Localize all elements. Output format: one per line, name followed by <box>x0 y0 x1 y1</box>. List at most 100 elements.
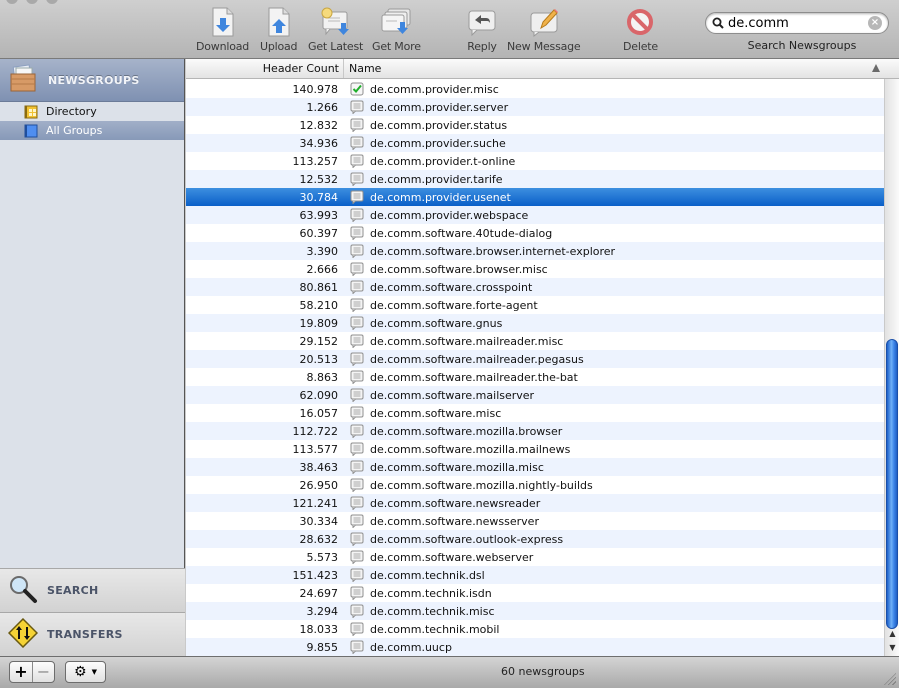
search-section-title: SEARCH <box>47 584 99 597</box>
add-button[interactable]: + <box>10 662 32 682</box>
newsgroup-name-cell: de.comm.software.mailreader.misc <box>370 334 564 348</box>
newsgroup-message-icon <box>350 172 364 187</box>
sidebar-item-all-groups[interactable]: All Groups <box>0 121 184 140</box>
newsgroup-message-icon <box>350 550 364 565</box>
table-row[interactable]: 63.993 de.comm.provider.webspace <box>186 206 884 224</box>
column-header-name[interactable]: Name <box>344 59 899 78</box>
newsgroup-name-cell: de.comm.provider.misc <box>370 82 499 96</box>
column-header-count[interactable]: Header Count <box>186 59 344 78</box>
vertical-scrollbar[interactable]: ▲ ▼ <box>884 79 899 656</box>
table-row[interactable]: 113.257 de.comm.provider.t-online <box>186 152 884 170</box>
newsgroup-name-cell: de.comm.technik.misc <box>370 604 495 618</box>
table-row[interactable]: 16.057 de.comm.software.misc <box>186 404 884 422</box>
magnifier-icon <box>8 574 38 608</box>
header-count-cell: 12.832 <box>299 118 339 132</box>
table-row[interactable]: 30.784 de.comm.provider.usenet <box>186 188 884 206</box>
table-row[interactable]: 60.397 de.comm.software.40tude-dialog <box>186 224 884 242</box>
table-row[interactable]: 30.334 de.comm.software.newsserver <box>186 512 884 530</box>
scroll-down-arrow[interactable]: ▼ <box>885 641 899 655</box>
action-menu-button[interactable]: ⚙ ▼ <box>65 661 106 683</box>
newsgroup-name-cell: de.comm.software.forte-agent <box>370 298 538 312</box>
header-count-cell: 62.090 <box>299 388 339 402</box>
header-count-cell: 28.632 <box>299 532 339 546</box>
sidebar-item-directory[interactable]: Directory <box>0 102 184 121</box>
search-field[interactable]: × <box>705 12 889 34</box>
new-message-button[interactable]: New Message <box>507 6 581 53</box>
status-bar: + − ⚙ ▼ 60 newsgroups <box>0 656 899 688</box>
newsgroup-message-icon <box>350 442 364 457</box>
header-count-cell: 20.513 <box>299 352 339 366</box>
table-row[interactable]: 9.855 de.comm.uucp <box>186 638 884 656</box>
scrollbar-thumb[interactable] <box>886 339 898 629</box>
table-row[interactable]: 8.863 de.comm.software.mailreader.the-bat <box>186 368 884 386</box>
delete-button[interactable]: Delete <box>623 6 658 53</box>
sidebar-search-section[interactable]: SEARCH <box>0 568 185 612</box>
header-count-cell: 140.978 <box>292 82 339 96</box>
upload-button[interactable]: Upload <box>260 6 298 53</box>
newsgroup-message-icon <box>350 100 364 115</box>
table-row[interactable]: 140.978 de.comm.provider.misc <box>186 80 884 98</box>
subscribed-check-icon[interactable] <box>350 82 364 96</box>
newsgroup-message-icon <box>350 118 364 133</box>
reply-button[interactable]: Reply <box>465 6 499 53</box>
get-latest-button[interactable]: Get Latest <box>308 6 363 53</box>
table-row[interactable]: 62.090 de.comm.software.mailserver <box>186 386 884 404</box>
header-count-cell: 80.861 <box>299 280 339 294</box>
newsgroup-name-cell: de.comm.software.mozilla.mailnews <box>370 442 571 456</box>
table-row[interactable]: 29.152 de.comm.software.mailreader.misc <box>186 332 884 350</box>
table-row[interactable]: 28.632 de.comm.software.outlook-express <box>186 530 884 548</box>
newsgroup-name-cell: de.comm.software.mozilla.nightly-builds <box>370 478 593 492</box>
table-row[interactable]: 1.266 de.comm.provider.server <box>186 98 884 116</box>
table-body: 140.978 de.comm.provider.misc 1.266 de.comm… <box>186 80 884 656</box>
get-more-button[interactable]: Get More <box>372 6 421 53</box>
table-row[interactable]: 26.950 de.comm.software.mozilla.nightly-b… <box>186 476 884 494</box>
newsgroup-message-icon <box>350 496 364 511</box>
table-row[interactable]: 2.666 de.comm.software.browser.misc <box>186 260 884 278</box>
newsgroup-name-cell: de.comm.provider.webspace <box>370 208 529 222</box>
upload-label: Upload <box>260 40 298 53</box>
table-row[interactable]: 12.532 de.comm.provider.tarife <box>186 170 884 188</box>
reply-label: Reply <box>467 40 497 53</box>
reply-icon <box>465 6 499 38</box>
download-icon <box>206 6 240 38</box>
table-row[interactable]: 113.577 de.comm.software.mozilla.mailnews <box>186 440 884 458</box>
remove-button[interactable]: − <box>32 662 54 682</box>
table-row[interactable]: 20.513 de.comm.software.mailreader.pegasu… <box>186 350 884 368</box>
table-row[interactable]: 3.390 de.comm.software.browser.internet-e… <box>186 242 884 260</box>
delete-icon <box>623 6 657 38</box>
table-row[interactable]: 19.809 de.comm.software.gnus <box>186 314 884 332</box>
header-count-cell: 5.573 <box>306 550 339 564</box>
clear-search-icon[interactable]: × <box>868 16 882 30</box>
table-row[interactable]: 5.573 de.comm.software.webserver <box>186 548 884 566</box>
newsgroup-name-cell: de.comm.software.webserver <box>370 550 534 564</box>
chevron-down-icon: ▼ <box>91 668 97 676</box>
table-row[interactable]: 80.861 de.comm.software.crosspoint <box>186 278 884 296</box>
table-row[interactable]: 151.423 de.comm.technik.dsl <box>186 566 884 584</box>
search-input[interactable] <box>728 15 858 31</box>
table-row[interactable]: 121.241 de.comm.software.newsreader <box>186 494 884 512</box>
newsgroup-name-cell: de.comm.provider.suche <box>370 136 506 150</box>
table-row[interactable]: 38.463 de.comm.software.mozilla.misc <box>186 458 884 476</box>
newsgroup-message-icon <box>350 514 364 529</box>
header-count-cell: 30.334 <box>299 514 339 528</box>
sidebar-newsgroups-header[interactable]: NEWSGROUPS <box>0 59 184 102</box>
newsgroup-name-cell: de.comm.provider.tarife <box>370 172 503 186</box>
table-row[interactable]: 34.936 de.comm.provider.suche <box>186 134 884 152</box>
table-row[interactable]: 24.697 de.comm.technik.isdn <box>186 584 884 602</box>
table-row[interactable]: 3.294 de.comm.technik.misc <box>186 602 884 620</box>
scroll-up-arrow[interactable]: ▲ <box>885 627 899 641</box>
table-row[interactable]: 18.033 de.comm.technik.mobil <box>186 620 884 638</box>
newsgroup-name-cell: de.comm.technik.mobil <box>370 622 500 636</box>
header-count-cell: 34.936 <box>299 136 339 150</box>
newsgroup-name-cell: de.comm.uucp <box>370 640 452 654</box>
table-row[interactable]: 58.210 de.comm.software.forte-agent <box>186 296 884 314</box>
download-button[interactable]: Download <box>196 6 249 53</box>
close-window-button[interactable] <box>6 0 18 4</box>
zoom-window-button[interactable] <box>46 0 58 4</box>
newsgroup-message-icon <box>350 154 364 169</box>
table-row[interactable]: 112.722 de.comm.software.mozilla.browser <box>186 422 884 440</box>
sidebar-transfers-section[interactable]: TRANSFERS <box>0 612 185 656</box>
resize-grip[interactable] <box>884 673 896 685</box>
table-row[interactable]: 12.832 de.comm.provider.status <box>186 116 884 134</box>
minimize-window-button[interactable] <box>26 0 38 4</box>
